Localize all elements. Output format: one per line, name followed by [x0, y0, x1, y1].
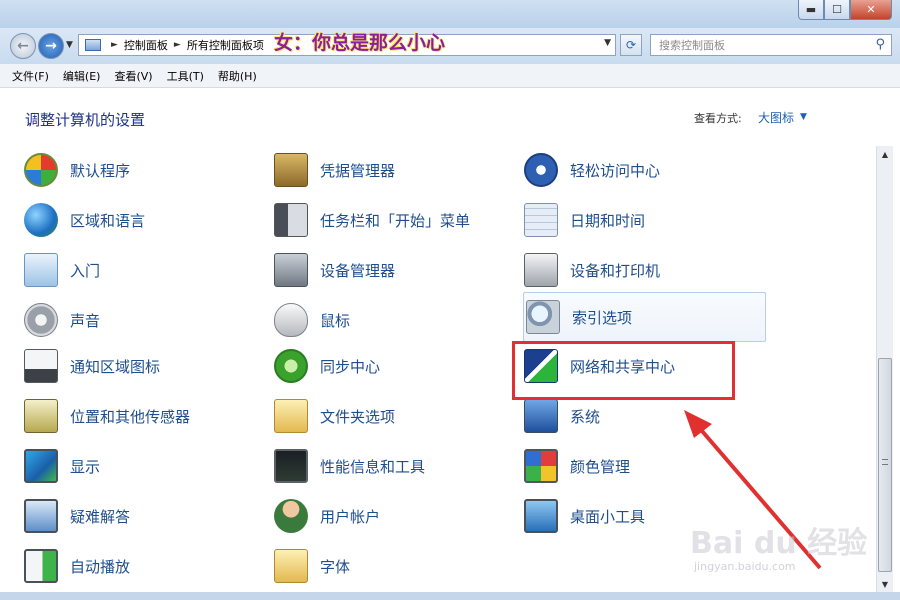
watermark-logo: Bai du 经验: [690, 526, 868, 561]
watermark-url: jingyan.baidu.com: [694, 560, 796, 573]
annotation-arrow-icon: [684, 410, 822, 570]
window-bottom-border: [0, 592, 900, 600]
